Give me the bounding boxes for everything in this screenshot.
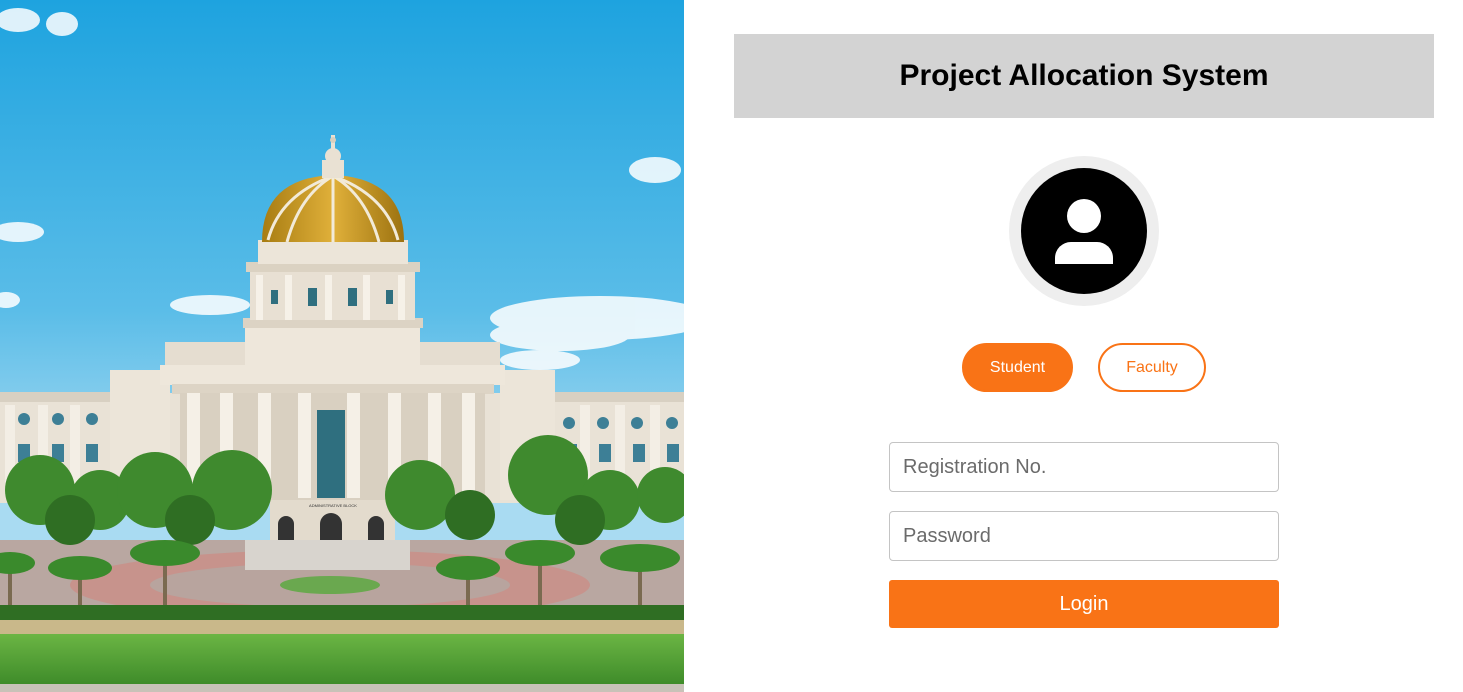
password-input[interactable]	[889, 511, 1279, 561]
login-panel: Project Allocation System Student Facult…	[684, 0, 1463, 692]
campus-image: ADMINISTRATIVE BLOCK	[0, 0, 684, 692]
registration-number-input[interactable]	[889, 442, 1279, 492]
page-title: Project Allocation System	[899, 59, 1269, 92]
faculty-role-button[interactable]: Faculty	[1098, 343, 1206, 392]
campus-sign-text: ADMINISTRATIVE BLOCK	[309, 503, 357, 508]
student-role-button[interactable]: Student	[962, 343, 1073, 392]
avatar-circle	[1021, 168, 1147, 294]
avatar	[1009, 156, 1159, 306]
login-page: ADMINISTRATIVE BLOCK Project Allocation …	[0, 0, 1463, 692]
user-icon	[1055, 199, 1113, 264]
login-button[interactable]: Login	[889, 580, 1279, 628]
title-bar: Project Allocation System	[734, 34, 1434, 118]
